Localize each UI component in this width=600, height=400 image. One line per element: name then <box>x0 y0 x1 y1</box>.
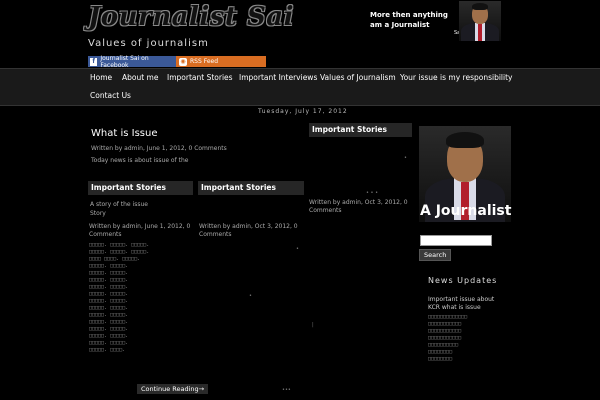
divider-dot: • <box>404 155 407 161</box>
continue-reading-button[interactable]: Continue Reading→ <box>137 384 209 394</box>
stories-box-head-middle: Important Stories <box>198 181 304 195</box>
right-box-meta: Written by admin, Oct 3, 2012, 0 Comment… <box>309 199 408 214</box>
site-title[interactable]: Journalist Sai <box>88 2 294 32</box>
left-box-title-1[interactable]: A story of the issue <box>90 201 190 209</box>
main-nav: Home About me Important Stories Importan… <box>0 68 600 106</box>
facebook-link[interactable]: f Journalist Sai on Facebook <box>88 54 176 69</box>
left-box-title-2[interactable]: Story <box>90 210 190 218</box>
post-title[interactable]: What is Issue <box>91 128 157 139</box>
stories-box-head-right: Important Stories <box>309 123 412 137</box>
news-item[interactable]: Important issue about KCR what is issue <box>428 296 508 312</box>
news-body-text: □□□□□□□□□□□□□ □□□□□□□□□□□ □□□□□□□□□□□ □□… <box>428 314 468 362</box>
divider-dot: • • • <box>366 190 379 196</box>
rss-feed-link[interactable]: ◉ RSS Feed <box>176 56 266 67</box>
nav-important-stories[interactable]: Important Stories <box>167 73 233 82</box>
search-button[interactable]: Search <box>419 249 452 261</box>
rss-icon: ◉ <box>179 57 187 66</box>
search-input[interactable] <box>420 235 492 246</box>
nav-your-issue[interactable]: Your issue is my responsibility <box>400 73 512 82</box>
header-portrait <box>459 1 501 41</box>
social-bar: f Journalist Sai on Facebook ◉ RSS Feed <box>88 54 266 69</box>
sidebar-caption: A Journalist <box>420 203 512 219</box>
divider-dot: • <box>296 246 299 252</box>
header-quote: More then anything am a Journalist <box>370 11 448 29</box>
left-box-body-text: □□□□□. □□□□□. □□□□□. □□□□□. □□□□□. □□□□□… <box>89 242 150 353</box>
nav-home[interactable]: Home <box>90 73 112 82</box>
divider-dot: | <box>312 322 314 328</box>
rss-label: RSS Feed <box>190 58 219 65</box>
left-box-meta: Written by admin, June 1, 2012, 0 Commen… <box>89 223 191 238</box>
post-excerpt: Today news is about issue of the <box>91 157 189 164</box>
news-updates-heading: News Updates <box>428 276 498 285</box>
post-date: Tuesday, July 17, 2012 <box>258 108 348 115</box>
facebook-icon: f <box>90 57 98 66</box>
nav-about-me[interactable]: About me <box>122 73 158 82</box>
post-meta: Written by admin, June 1, 2012, 0 Commen… <box>91 145 227 152</box>
site-tagline: Values of journalism <box>88 38 209 49</box>
divider-dot: • <box>249 293 252 299</box>
divider-dot: ••• <box>282 387 291 393</box>
nav-values-of-journalism[interactable]: Values of Journalism <box>320 73 396 82</box>
stories-box-head-left: Important Stories <box>88 181 193 195</box>
middle-box-meta: Written by admin, Oct 3, 2012, 0 Comment… <box>199 223 298 238</box>
nav-important-interviews[interactable]: Important Interviews <box>239 73 317 82</box>
nav-contact-us[interactable]: Contact Us <box>90 91 131 100</box>
facebook-label: Journalist Sai on Facebook <box>100 54 149 69</box>
